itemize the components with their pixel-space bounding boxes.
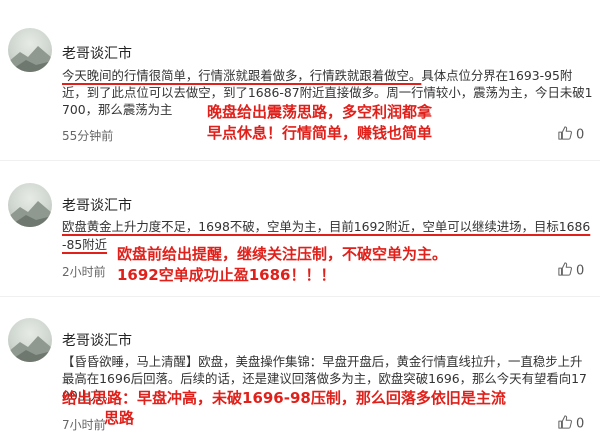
annotation-note: 欧盘前给出提醒，继续关注压制，不破空单为主。 1692空单成功止盈1686！！！ (117, 244, 447, 286)
like-count: 0 (576, 416, 585, 432)
avatar-landscape-icon (8, 46, 52, 72)
thumbs-up-icon (558, 126, 572, 144)
annotation-line: 晚盘给出震荡思路，多空利润都拿 (207, 103, 433, 121)
annotation-line: 给出思路：早盘冲高，未破1696-98压制，那么回落多依旧是主流 (62, 389, 506, 407)
annotation-line: 早点休息！行情简单，赚钱也简单 (207, 124, 433, 142)
like-count: 0 (576, 263, 585, 279)
annotation-note: 给出思路：早盘冲高，未破1696-98压制，那么回落多依旧是主流 思路 (62, 388, 506, 428)
like-button[interactable]: 0 (558, 262, 584, 280)
annotation-line: 思路 (104, 409, 135, 427)
thumbs-up-icon (558, 415, 572, 433)
divider (0, 160, 600, 161)
annotation-line: 欧盘前给出提醒，继续关注压制，不破空单为主。 (117, 245, 448, 263)
divider (0, 296, 600, 297)
author-name[interactable]: 老哥谈汇市 (62, 330, 132, 350)
avatar[interactable] (8, 318, 52, 362)
like-button[interactable]: 0 (558, 415, 584, 433)
annotation-line: 1692空单成功止盈1686！！！ (117, 266, 336, 284)
underlined-text: 今天晚间的行情很简单，行情涨就跟着做多，行情跌就跟着做空。 (62, 68, 422, 83)
annotation-note: 晚盘给出震荡思路，多空利润都拿 早点休息！行情简单，赚钱也简单 (207, 102, 432, 144)
timestamp: 7小时前 (62, 418, 106, 432)
timestamp: 2小时前 (62, 265, 106, 279)
thumbs-up-icon (558, 262, 572, 280)
avatar-landscape-icon (8, 201, 52, 227)
timestamp: 55分钟前 (62, 129, 114, 143)
author-name[interactable]: 老哥谈汇市 (62, 43, 132, 63)
avatar[interactable] (8, 183, 52, 227)
like-count: 0 (576, 127, 585, 143)
avatar[interactable] (8, 28, 52, 72)
like-button[interactable]: 0 (558, 126, 584, 144)
avatar-landscape-icon (8, 336, 52, 362)
author-name[interactable]: 老哥谈汇市 (62, 195, 132, 215)
